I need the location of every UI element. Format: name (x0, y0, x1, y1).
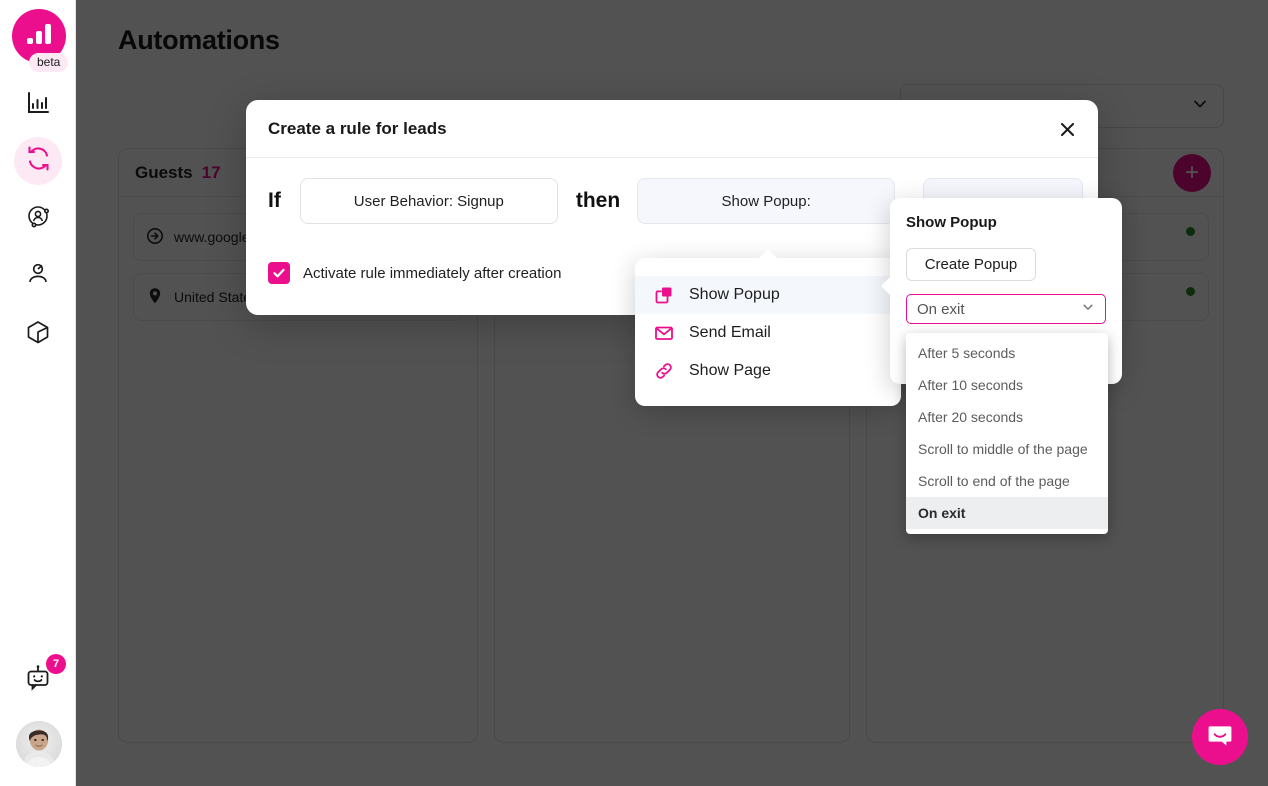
user-pin-icon (25, 260, 51, 291)
app-root: beta 7 Create a rule for leads If User B… (0, 0, 1268, 786)
menu-item-label: Show Page (689, 362, 771, 379)
action-type-menu: Show Popup Send Email Show Page (635, 249, 901, 406)
intercom-chat-button[interactable] (1192, 709, 1248, 765)
action-select[interactable]: Show Popup: (637, 178, 896, 224)
activate-rule-checkbox[interactable] (268, 262, 290, 284)
menu-item-label: Show Popup (689, 286, 780, 303)
sidebar: beta 7 (0, 0, 76, 786)
activate-rule-row: Activate rule immediately after creation (268, 262, 561, 284)
refresh-cycle-icon (25, 145, 52, 177)
option-after-10-seconds[interactable]: After 10 seconds (906, 369, 1108, 401)
bot-badge-count: 7 (46, 654, 66, 674)
chevron-down-icon (1081, 300, 1095, 318)
menu-item-show-popup[interactable]: Show Popup (635, 276, 901, 314)
sidebar-item-analytics[interactable] (14, 81, 62, 129)
intercom-chat-icon (1206, 721, 1234, 754)
menu-item-label: Send Email (689, 324, 771, 341)
close-icon[interactable] (1054, 116, 1080, 142)
user-network-icon (25, 203, 51, 234)
option-after-20-seconds[interactable]: After 20 seconds (906, 401, 1108, 433)
bot-assistant-button[interactable]: 7 (14, 654, 66, 703)
if-label: If (268, 189, 281, 212)
menu-item-show-page[interactable]: Show Page (635, 352, 901, 390)
popup-window-icon (653, 285, 675, 305)
avatar-photo (16, 721, 62, 767)
modal-header: Create a rule for leads (246, 100, 1098, 158)
option-after-5-seconds[interactable]: After 5 seconds (906, 337, 1108, 369)
condition-select[interactable]: User Behavior: Signup (299, 178, 558, 224)
sidebar-item-audience[interactable] (14, 194, 62, 242)
sidebar-item-products[interactable] (14, 310, 62, 358)
modal-title: Create a rule for leads (268, 118, 447, 138)
option-scroll-to-end[interactable]: Scroll to end of the page (906, 465, 1108, 497)
option-scroll-to-middle[interactable]: Scroll to middle of the page (906, 433, 1108, 465)
check-icon (273, 268, 285, 278)
avatar[interactable] (16, 721, 62, 767)
trigger-options-list: After 5 seconds After 10 seconds After 2… (906, 333, 1108, 534)
trigger-select-value: On exit (917, 300, 965, 318)
bar-chart-icon (25, 90, 51, 121)
sidebar-item-visitors[interactable] (14, 251, 62, 299)
trigger-select[interactable]: On exit (906, 294, 1106, 324)
create-popup-button[interactable]: Create Popup (906, 248, 1036, 281)
cube-icon (25, 319, 51, 350)
envelope-icon (653, 323, 675, 343)
menu-item-send-email[interactable]: Send Email (635, 314, 901, 352)
sidebar-item-automations[interactable] (14, 137, 62, 185)
activate-rule-label: Activate rule immediately after creation (303, 264, 562, 282)
option-on-exit[interactable]: On exit (906, 497, 1108, 529)
app-logo[interactable]: beta (12, 9, 69, 72)
link-chain-icon (653, 361, 675, 381)
beta-badge: beta (29, 53, 69, 72)
then-label: then (575, 189, 621, 212)
popup-panel-title: Show Popup (906, 214, 997, 231)
